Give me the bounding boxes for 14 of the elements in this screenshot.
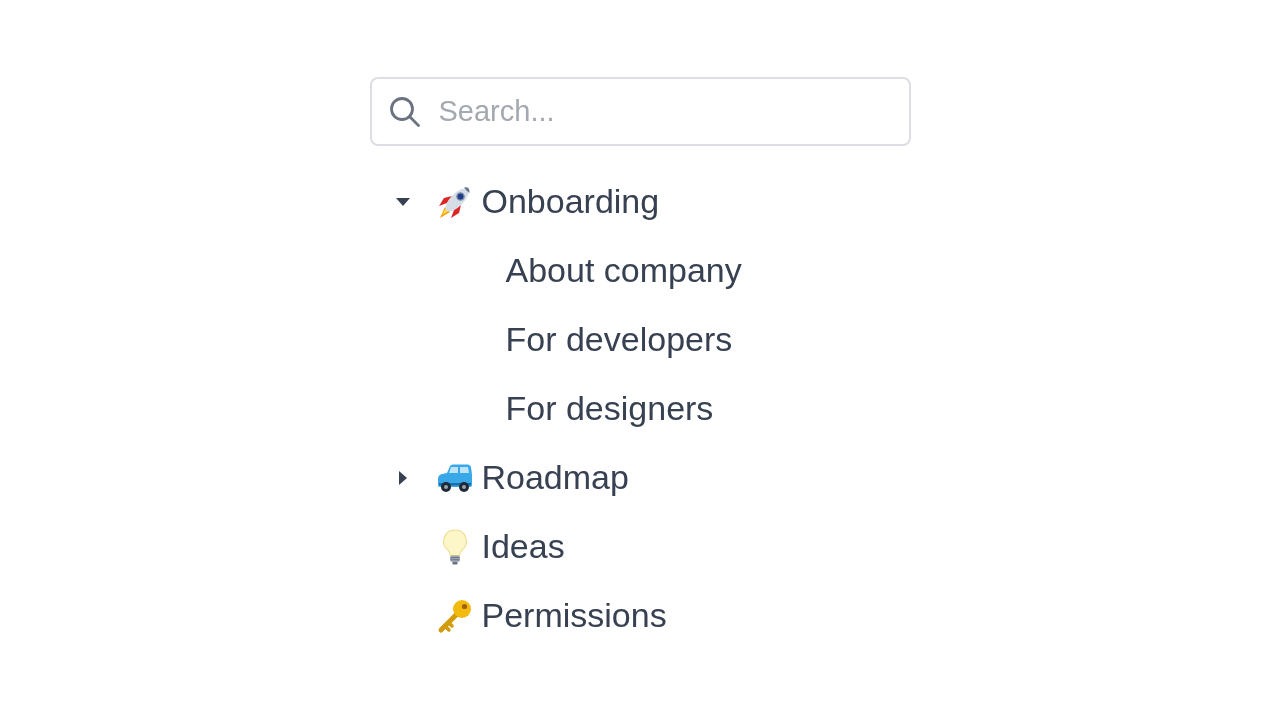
tree-item[interactable]: Roadmap	[391, 454, 629, 501]
caret-icon[interactable]	[395, 197, 410, 206]
search-icon	[388, 96, 420, 127]
tree-item[interactable]: For developers	[505, 316, 733, 363]
car-icon	[436, 462, 473, 493]
tree-item[interactable]: Onboarding	[391, 178, 660, 225]
search-field[interactable]: Search...	[369, 77, 911, 146]
tree-item[interactable]: For designers	[505, 385, 714, 432]
tree-item[interactable]: Permissions	[391, 592, 667, 639]
caret-icon[interactable]	[398, 470, 407, 485]
light-bulb-icon	[441, 528, 468, 565]
key-icon	[436, 597, 473, 634]
tree-item[interactable]: Ideas	[391, 523, 565, 570]
tree-item[interactable]: About company	[505, 247, 742, 294]
